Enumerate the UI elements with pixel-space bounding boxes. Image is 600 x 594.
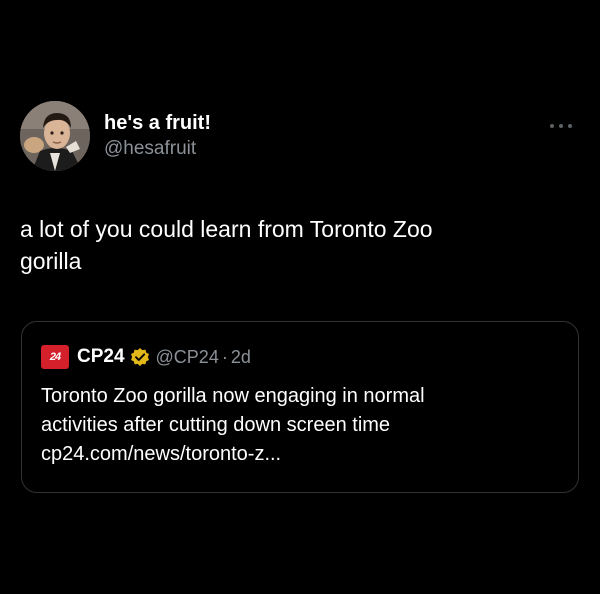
quoted-link[interactable]: cp24.com/news/toronto-z...: [41, 440, 561, 469]
separator-dot: ·: [221, 346, 228, 367]
quoted-tweet-card[interactable]: 24 CP24 @CP24 · 2d Toronto Zoo gorilla n…: [21, 321, 579, 493]
quoted-display-name[interactable]: CP24: [77, 346, 125, 368]
quoted-timestamp[interactable]: 2d: [231, 347, 251, 368]
quoted-text-line: Toronto Zoo gorilla now engaging in norm…: [41, 385, 425, 407]
cp24-logo: 24: [41, 345, 69, 369]
tweet-header: he's a fruit! @hesafruit: [20, 101, 580, 173]
tweet: he's a fruit! @hesafruit a lot of you co…: [0, 0, 600, 594]
tweet-text-line: a lot of you could learn from Toronto Zo…: [20, 216, 433, 242]
gold-verified-badge-icon: [130, 348, 149, 366]
quoted-tweet-text: Toronto Zoo gorilla now engaging in norm…: [41, 382, 561, 469]
quoted-tweet-header: 24 CP24 @CP24 · 2d: [41, 344, 251, 370]
cp24-logo-text: 24: [49, 351, 61, 363]
tweet-text-line: gorilla: [20, 248, 82, 274]
author-names: he's a fruit! @hesafruit: [104, 111, 211, 161]
tweet-text: a lot of you could learn from Toronto Zo…: [20, 213, 560, 277]
quoted-text-line: activities after cutting down screen tim…: [41, 414, 391, 436]
avatar[interactable]: [20, 101, 90, 171]
quoted-handle[interactable]: @CP24: [156, 347, 219, 368]
more-options-icon[interactable]: [548, 121, 574, 131]
author-handle[interactable]: @hesafruit: [104, 137, 211, 161]
person-avatar-icon: [20, 101, 90, 171]
author-display-name[interactable]: he's a fruit!: [104, 111, 211, 135]
